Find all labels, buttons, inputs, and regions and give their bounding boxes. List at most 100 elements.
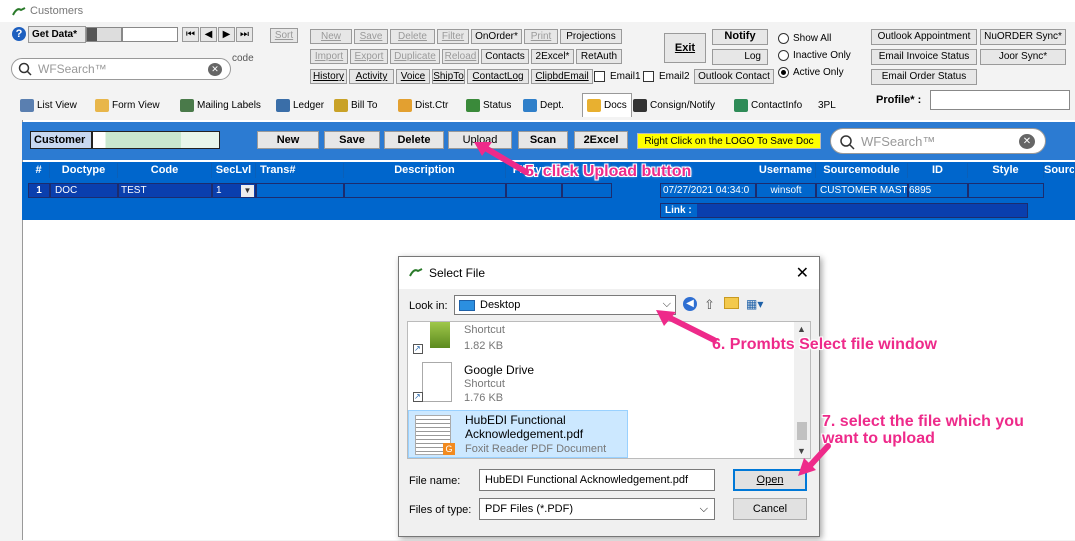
docs-search[interactable]: WFSearch™ ✕ bbox=[830, 128, 1046, 154]
exit-button[interactable]: Exit bbox=[664, 33, 706, 63]
tab-3pl[interactable]: 3PL bbox=[818, 95, 836, 115]
row-sourcemodule[interactable]: CUSTOMER MAST bbox=[816, 183, 908, 198]
scroll-up-icon[interactable]: ▲ bbox=[797, 324, 806, 334]
toolbar-projections-button[interactable]: Projections bbox=[560, 29, 622, 44]
joor-sync-button[interactable]: Joor Sync* bbox=[980, 49, 1066, 65]
toolbar-retauth-button[interactable]: RetAuth bbox=[576, 49, 622, 64]
first-record-button[interactable]: ⏮ bbox=[182, 27, 199, 42]
cancel-button[interactable]: Cancel bbox=[733, 498, 807, 520]
delete-doc-button[interactable]: Delete bbox=[384, 131, 444, 149]
outlook-appointment-button[interactable]: Outlook Appointment bbox=[871, 29, 977, 45]
email2-checkbox[interactable] bbox=[643, 71, 654, 82]
radio-active-only[interactable]: Active Only bbox=[778, 67, 844, 78]
tab-form-view[interactable]: Form View bbox=[95, 95, 160, 115]
tab-mailing-labels[interactable]: Mailing Labels bbox=[180, 95, 261, 115]
column-header-sourc[interactable]: Sourc bbox=[1044, 163, 1075, 178]
toolbar-shipto-button[interactable]: ShipTo bbox=[432, 69, 465, 84]
link-input[interactable] bbox=[697, 204, 1027, 217]
last-record-button[interactable]: ⏭ bbox=[236, 27, 253, 42]
notify-button[interactable]: Notify bbox=[712, 29, 768, 45]
column-header-sourcemodule[interactable]: Sourcemodule bbox=[816, 163, 908, 178]
file-item-selected[interactable]: G HubEDI Functional Acknowledgement.pdf … bbox=[408, 410, 628, 458]
toolbar-import-button[interactable]: Import bbox=[310, 49, 348, 64]
radio-inactive-only[interactable]: Inactive Only bbox=[778, 50, 851, 61]
row-code[interactable]: TEST bbox=[118, 183, 212, 198]
code-input-2[interactable] bbox=[122, 27, 178, 42]
save-doc-button[interactable]: Save bbox=[324, 131, 380, 149]
help-icon[interactable]: ? bbox=[12, 27, 26, 41]
row-date[interactable]: 07/27/2021 04:34:0 bbox=[660, 183, 756, 198]
look-in-select[interactable]: Desktop ⌵ bbox=[454, 295, 676, 315]
clear-icon[interactable]: ✕ bbox=[208, 63, 222, 76]
toolbar-delete-button[interactable]: Delete bbox=[390, 29, 435, 44]
row-trans[interactable] bbox=[256, 183, 344, 198]
prev-record-button[interactable]: ◀ bbox=[200, 27, 217, 42]
2excel-doc-button[interactable]: 2Excel bbox=[574, 131, 628, 149]
new-folder-icon[interactable] bbox=[724, 297, 739, 309]
toolbar-save-button[interactable]: Save bbox=[354, 29, 388, 44]
tab-contactinfo[interactable]: ContactInfo bbox=[734, 95, 802, 115]
column-header-doctype[interactable]: Doctype bbox=[50, 163, 118, 178]
sort-button[interactable]: Sort bbox=[270, 28, 298, 43]
row-description[interactable] bbox=[344, 183, 506, 198]
toolbar-activity-button[interactable]: Activity bbox=[349, 69, 394, 84]
toolbar-contactlog-button[interactable]: ContactLog bbox=[467, 69, 529, 84]
row-f[interactable] bbox=[562, 183, 612, 198]
profile-input[interactable] bbox=[930, 90, 1070, 110]
clear-icon[interactable]: ✕ bbox=[1019, 134, 1035, 149]
toolbar-onorder--button[interactable]: OnOrder* bbox=[471, 29, 522, 44]
row-doctype[interactable]: DOC bbox=[50, 183, 118, 198]
log-button[interactable]: Log bbox=[712, 49, 768, 65]
file-item[interactable]: ↗ Google Drive Shortcut 1.76 KB bbox=[408, 360, 628, 406]
tab-status[interactable]: Status bbox=[466, 95, 511, 115]
view-menu-icon[interactable]: ▦▾ bbox=[746, 297, 763, 311]
toolbar-search[interactable]: WFSearch™ ✕ bbox=[11, 58, 231, 80]
tab-list-view[interactable]: List View bbox=[20, 95, 77, 115]
row-num[interactable]: 1 bbox=[28, 183, 50, 198]
file-item[interactable]: ↗ Shortcut 1.82 KB bbox=[408, 322, 628, 356]
chevron-down-icon[interactable]: ⌵ bbox=[700, 499, 708, 519]
toolbar-2excel--button[interactable]: 2Excel* bbox=[531, 49, 574, 64]
toolbar-duplicate-button[interactable]: Duplicate bbox=[390, 49, 440, 64]
nuorder-sync-button[interactable]: NuORDER Sync* bbox=[980, 29, 1066, 45]
chevron-down-icon[interactable]: ▼ bbox=[241, 185, 254, 197]
toolbar-filter-button[interactable]: Filter bbox=[437, 29, 469, 44]
toolbar-export-button[interactable]: Export bbox=[350, 49, 388, 64]
column-header-id[interactable]: ID bbox=[908, 163, 968, 178]
new-doc-button[interactable]: New bbox=[257, 131, 319, 149]
scroll-thumb[interactable] bbox=[797, 422, 807, 440]
column-header--[interactable]: # bbox=[28, 163, 50, 178]
customer-input[interactable] bbox=[92, 131, 220, 149]
column-header-code[interactable]: Code bbox=[118, 163, 212, 178]
column-header-seclvl[interactable]: SecLvl bbox=[212, 163, 256, 178]
toolbar-voice-button[interactable]: Voice bbox=[396, 69, 430, 84]
get-data-button[interactable]: Get Data* bbox=[28, 26, 86, 43]
tab-dept-[interactable]: Dept. bbox=[523, 95, 564, 115]
toolbar-reload-button[interactable]: Reload bbox=[442, 49, 479, 64]
tab-ledger[interactable]: Ledger bbox=[276, 95, 324, 115]
tab-docs[interactable]: Docs bbox=[582, 93, 632, 117]
next-record-button[interactable]: ▶ bbox=[218, 27, 235, 42]
tab-dist-ctr[interactable]: Dist.Ctr bbox=[398, 95, 448, 115]
column-header-style[interactable]: Style bbox=[968, 163, 1044, 178]
row-id[interactable]: 6895 bbox=[908, 183, 968, 198]
tab-bill-to[interactable]: Bill To bbox=[334, 95, 378, 115]
toolbar-clipbdemail-button[interactable]: ClipbdEmail bbox=[531, 69, 593, 84]
email1-checkbox[interactable] bbox=[594, 71, 605, 82]
row-filetype[interactable] bbox=[506, 183, 562, 198]
file-name-input[interactable]: HubEDI Functional Acknowledgement.pdf bbox=[479, 469, 715, 491]
row-style[interactable] bbox=[968, 183, 1044, 198]
email-invoice-status-button[interactable]: Email Invoice Status bbox=[871, 49, 977, 65]
column-header-username[interactable]: Username bbox=[756, 163, 816, 178]
code-input[interactable] bbox=[86, 27, 122, 42]
email-order-status-button[interactable]: Email Order Status bbox=[871, 69, 977, 85]
radio-show-all[interactable]: Show All bbox=[778, 33, 831, 44]
toolbar-contacts-button[interactable]: Contacts bbox=[481, 49, 529, 64]
row-username[interactable]: winsoft bbox=[756, 183, 816, 198]
toolbar-new-button[interactable]: New bbox=[310, 29, 352, 44]
toolbar-print-button[interactable]: Print bbox=[524, 29, 558, 44]
tab-consign-notify[interactable]: Consign/Notify bbox=[633, 95, 715, 115]
column-header-trans-[interactable]: Trans# bbox=[256, 163, 344, 178]
close-icon[interactable]: ✕ bbox=[796, 263, 809, 283]
toolbar-history-button[interactable]: History bbox=[310, 69, 347, 84]
